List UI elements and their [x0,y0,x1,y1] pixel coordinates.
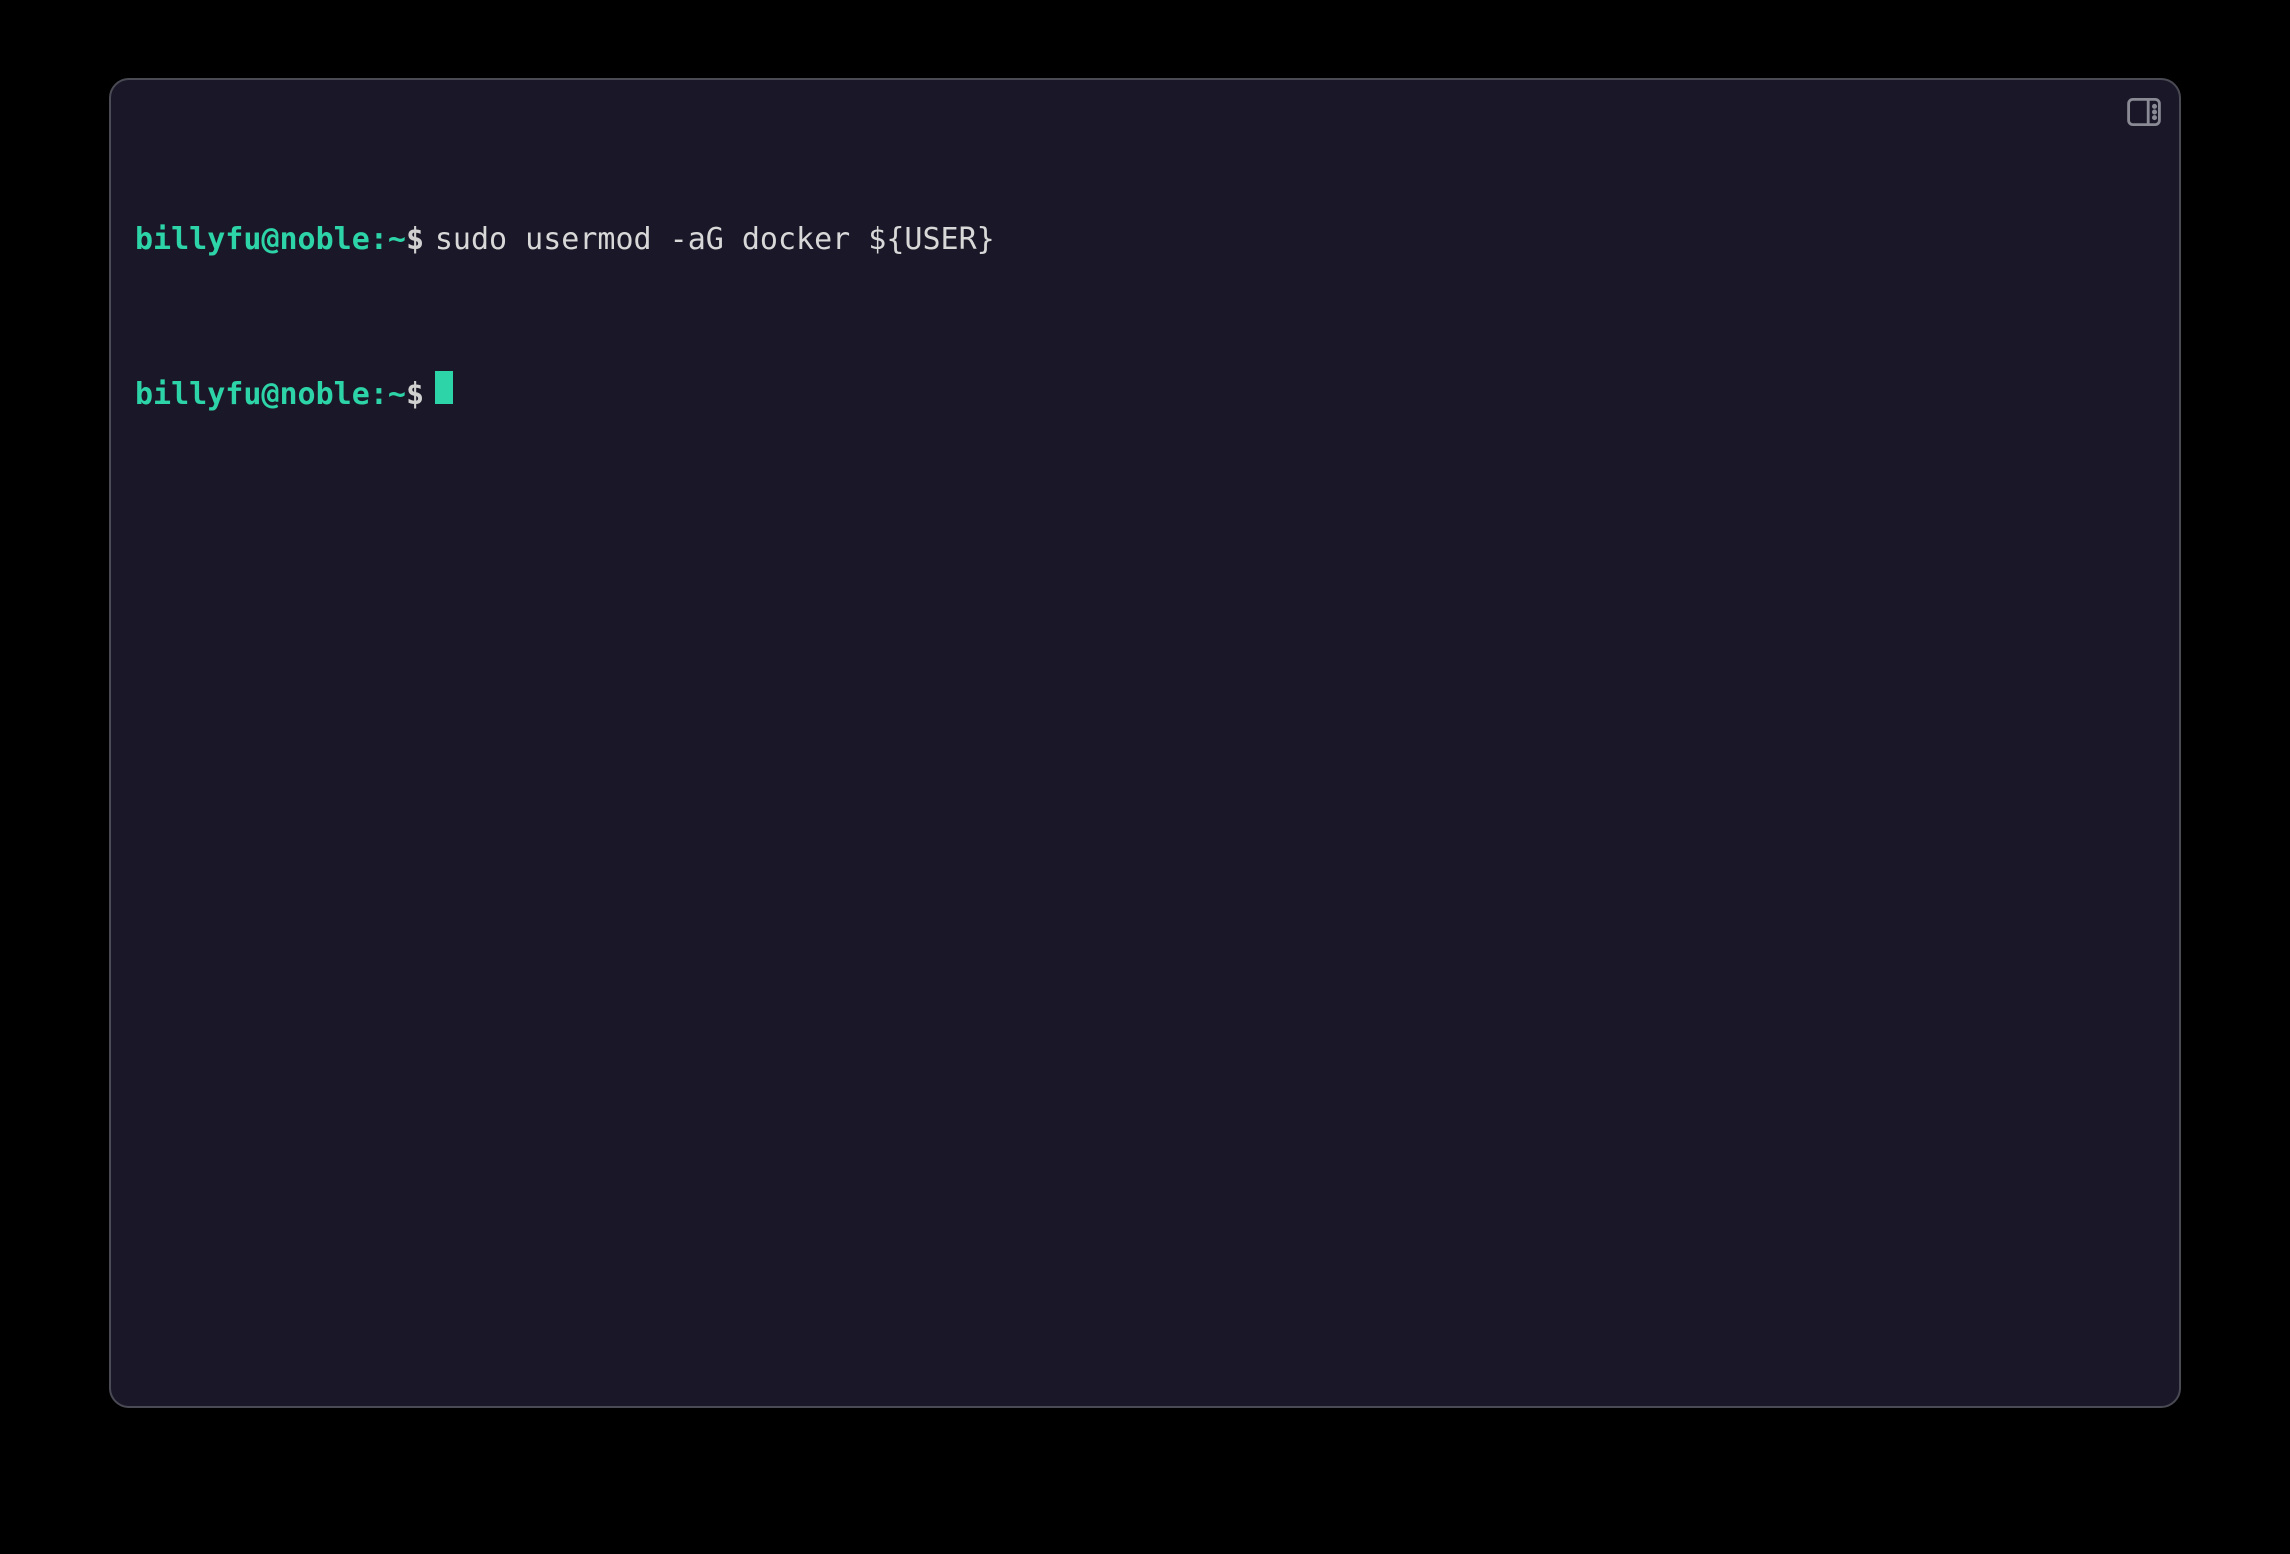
prompt-path: ~ [388,221,406,259]
terminal-content[interactable]: billyfu@noble:~$sudo usermod -aG docker … [135,108,2155,526]
prompt-user-host: billyfu@noble [135,221,370,259]
prompt-symbol: $ [406,221,424,259]
prompt-separator: : [370,376,388,414]
prompt-separator: : [370,221,388,259]
panel-toggle-icon[interactable] [2127,98,2161,126]
prompt-path: ~ [388,376,406,414]
command-text: sudo usermod -aG docker ${USER} [435,221,995,259]
terminal-line: billyfu@noble:~$ [135,371,2155,414]
prompt-user-host: billyfu@noble [135,376,370,414]
terminal-line: billyfu@noble:~$ sudo usermod -aG docker … [135,221,2155,259]
terminal-cursor [435,371,453,404]
terminal-window[interactable]: billyfu@noble:~$sudo usermod -aG docker … [109,78,2181,1408]
prompt-symbol: $ [406,376,424,414]
